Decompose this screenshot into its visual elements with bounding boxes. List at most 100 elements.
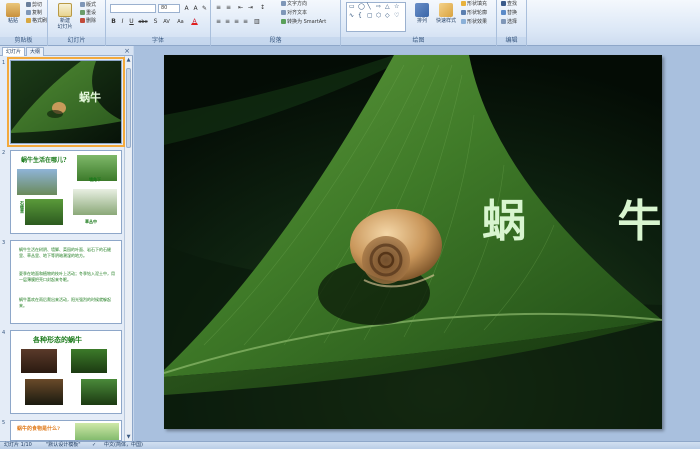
current-slide[interactable]: 蜗 牛 [164,55,662,429]
replace-button[interactable]: 替换 [501,10,517,17]
thumb-5-title: 蜗牛的食物是什么? [17,426,60,432]
arrange-button[interactable]: 排列 [411,2,433,32]
slide-number: 4 [2,330,6,336]
food-photo [75,423,119,440]
align-left-icon[interactable]: ≡ [215,18,222,25]
close-panel-icon[interactable]: × [124,47,130,55]
tab-slides[interactable]: 幻灯片 [2,47,26,56]
editing-group: 查找 替换 选择 编辑 [497,0,527,46]
copy-button[interactable]: 复制 [26,10,42,17]
justify-icon[interactable]: ≡ [242,18,249,25]
slide-thumbnail-2[interactable]: 蜗牛生活在哪儿? 墙角下 石缝里 草丛中 [10,150,122,234]
brace-shape-icon: { [358,12,362,19]
columns-icon[interactable]: ▥ [253,18,260,25]
clear-format-icon[interactable]: ✎ [201,5,208,12]
char-spacing-button[interactable]: AV [161,18,172,25]
quick-styles-button[interactable]: 快速样式 [433,2,459,32]
shape-outline-button[interactable]: 形状轮廓 [461,10,487,17]
decrease-indent-icon[interactable]: ⇤ [237,4,244,11]
font-color-button[interactable]: A [191,18,198,25]
new-slide-icon [58,3,72,17]
drawing-group-label: 绘图 [341,37,496,45]
scroll-down-icon[interactable]: ▼ [126,434,131,440]
slide-thumbnail-3[interactable]: 蜗牛生活在树阴、墙脚、菜园的叶面、岩石下的石缝里、草丛里、地下等阴暗潮湿的地方。… [10,240,122,324]
slide-number: 2 [2,150,6,156]
slide-title[interactable]: 蜗 牛 [482,185,662,249]
arrange-icon [415,3,429,17]
panel-scrollbar[interactable]: ▲ ▼ [124,56,132,441]
font-size-combo[interactable]: 80 [158,4,180,13]
snail-photo-2 [71,349,107,373]
effects-icon [461,19,466,24]
new-slide-button[interactable]: 新建 幻灯片 [52,2,78,32]
slide-thumbnail-5[interactable]: 蜗牛的食物是什么? [10,420,122,441]
slides-panel: 幻灯片 大纲 × ▲ ▼ 1 蜗牛 2 蜗牛生活在哪儿? 墙角下 石缝里 草丛中… [0,46,133,441]
delete-icon [80,18,85,23]
align-center-icon[interactable]: ≡ [224,18,231,25]
shadow-button[interactable]: S [152,18,159,25]
slide-thumbnail-4[interactable]: 各种形态的蜗牛 [10,330,122,414]
triangle-shape-icon: △ [385,3,390,10]
select-button[interactable]: 选择 [501,19,517,26]
thumb-3-para-3: 蜗牛喜欢在雨后爬出来活动，阳光强烈的时候就躲起来。 [19,297,111,308]
theme-name[interactable]: "默认设计模板" [46,442,81,449]
align-right-icon[interactable]: ≡ [233,18,240,25]
editing-group-label: 编辑 [497,37,526,45]
hexagon-shape-icon: ⬡ [376,12,382,19]
line-shape-icon: ╲ [367,3,371,10]
increase-indent-icon[interactable]: ⇥ [247,4,254,11]
brush-icon [26,18,31,23]
arrow-shape-icon: ⇨ [376,3,382,10]
curve-shape-icon: ∿ [349,12,355,19]
thumb-4-title: 各种形态的蜗牛 [33,335,82,344]
cursor-icon [501,19,506,24]
slide-counter: 幻灯片 1/10 [4,442,32,448]
underline-button[interactable]: U [128,18,135,25]
tab-outline[interactable]: 大纲 [26,47,45,56]
spellcheck-icon[interactable]: ✓ [92,442,96,449]
snail-leaf-image [11,61,121,143]
delete-slide-button[interactable]: 删除 [80,18,96,25]
bullets-icon[interactable]: ≡ [215,4,222,11]
rock-photo [25,199,63,225]
scroll-up-icon[interactable]: ▲ [126,57,131,63]
paragraph-group: ≡ ≡ ⇤ ⇥ ↕ ≡ ≡ ≡ ≡ ▥ 文字方向 对齐文本 转换为 SmartA… [211,0,341,46]
layout-button[interactable]: 版式 [80,2,96,9]
scissors-icon [26,2,31,7]
shape-fill-button[interactable]: 形状填充 [461,1,487,8]
cut-button[interactable]: 剪切 [26,2,42,9]
shape-effects-button[interactable]: 形状效果 [461,19,487,26]
layout-icon [80,2,85,7]
grow-font-icon[interactable]: A [183,5,190,12]
shapes-gallery[interactable]: ▭ ◯ ╲ ⇨ △ ☆ ∿ { ▢ ⬡ ◇ ♡ [346,2,406,32]
thumb-3-para-1: 蜗牛生活在树阴、墙脚、菜园的叶面、岩石下的石缝里、草丛里、地下等阴暗潮湿的地方。 [19,247,111,258]
text-direction-button[interactable]: 文字方向 [281,1,307,8]
format-painter-button[interactable]: 格式刷 [26,18,47,25]
bold-button[interactable]: B [110,18,117,25]
smartart-button[interactable]: 转换为 SmartArt [281,19,326,26]
shrink-font-icon[interactable]: A [192,5,199,12]
font-name-combo[interactable] [110,4,156,13]
caption-corner: 墙角下 [89,177,101,182]
change-case-button[interactable]: Aa [175,18,186,25]
numbering-icon[interactable]: ≡ [225,4,232,11]
reset-button[interactable]: 重设 [80,10,96,17]
find-button[interactable]: 查找 [501,1,517,8]
language-indicator[interactable]: 中文(简体，中国) [104,442,143,449]
binoculars-icon [501,1,506,6]
align-text-button[interactable]: 对齐文本 [281,10,307,17]
drawing-group: ▭ ◯ ╲ ⇨ △ ☆ ∿ { ▢ ⬡ ◇ ♡ 排列 快速样式 形状填充 形状轮… [341,0,497,46]
line-spacing-icon[interactable]: ↕ [259,4,266,11]
oval-shape-icon: ◯ [358,3,365,10]
thumb-2-title: 蜗牛生活在哪儿? [21,157,67,164]
scroll-thumb[interactable] [126,68,131,148]
strikethrough-button[interactable]: abe [137,18,149,25]
slide-thumbnail-1[interactable]: 蜗牛 [7,57,125,147]
italic-button[interactable]: I [119,18,126,25]
paste-button[interactable]: 粘贴 [2,2,24,32]
ribbon: 粘贴 剪切 复制 格式刷 剪贴板 新建 幻灯片 版式 重设 删除 幻灯片 80 … [0,0,700,46]
smartart-icon [281,19,286,24]
fill-bucket-icon [461,1,466,6]
slide-canvas: 蜗 牛 [134,46,700,441]
caption-grass: 草丛中 [85,219,97,224]
